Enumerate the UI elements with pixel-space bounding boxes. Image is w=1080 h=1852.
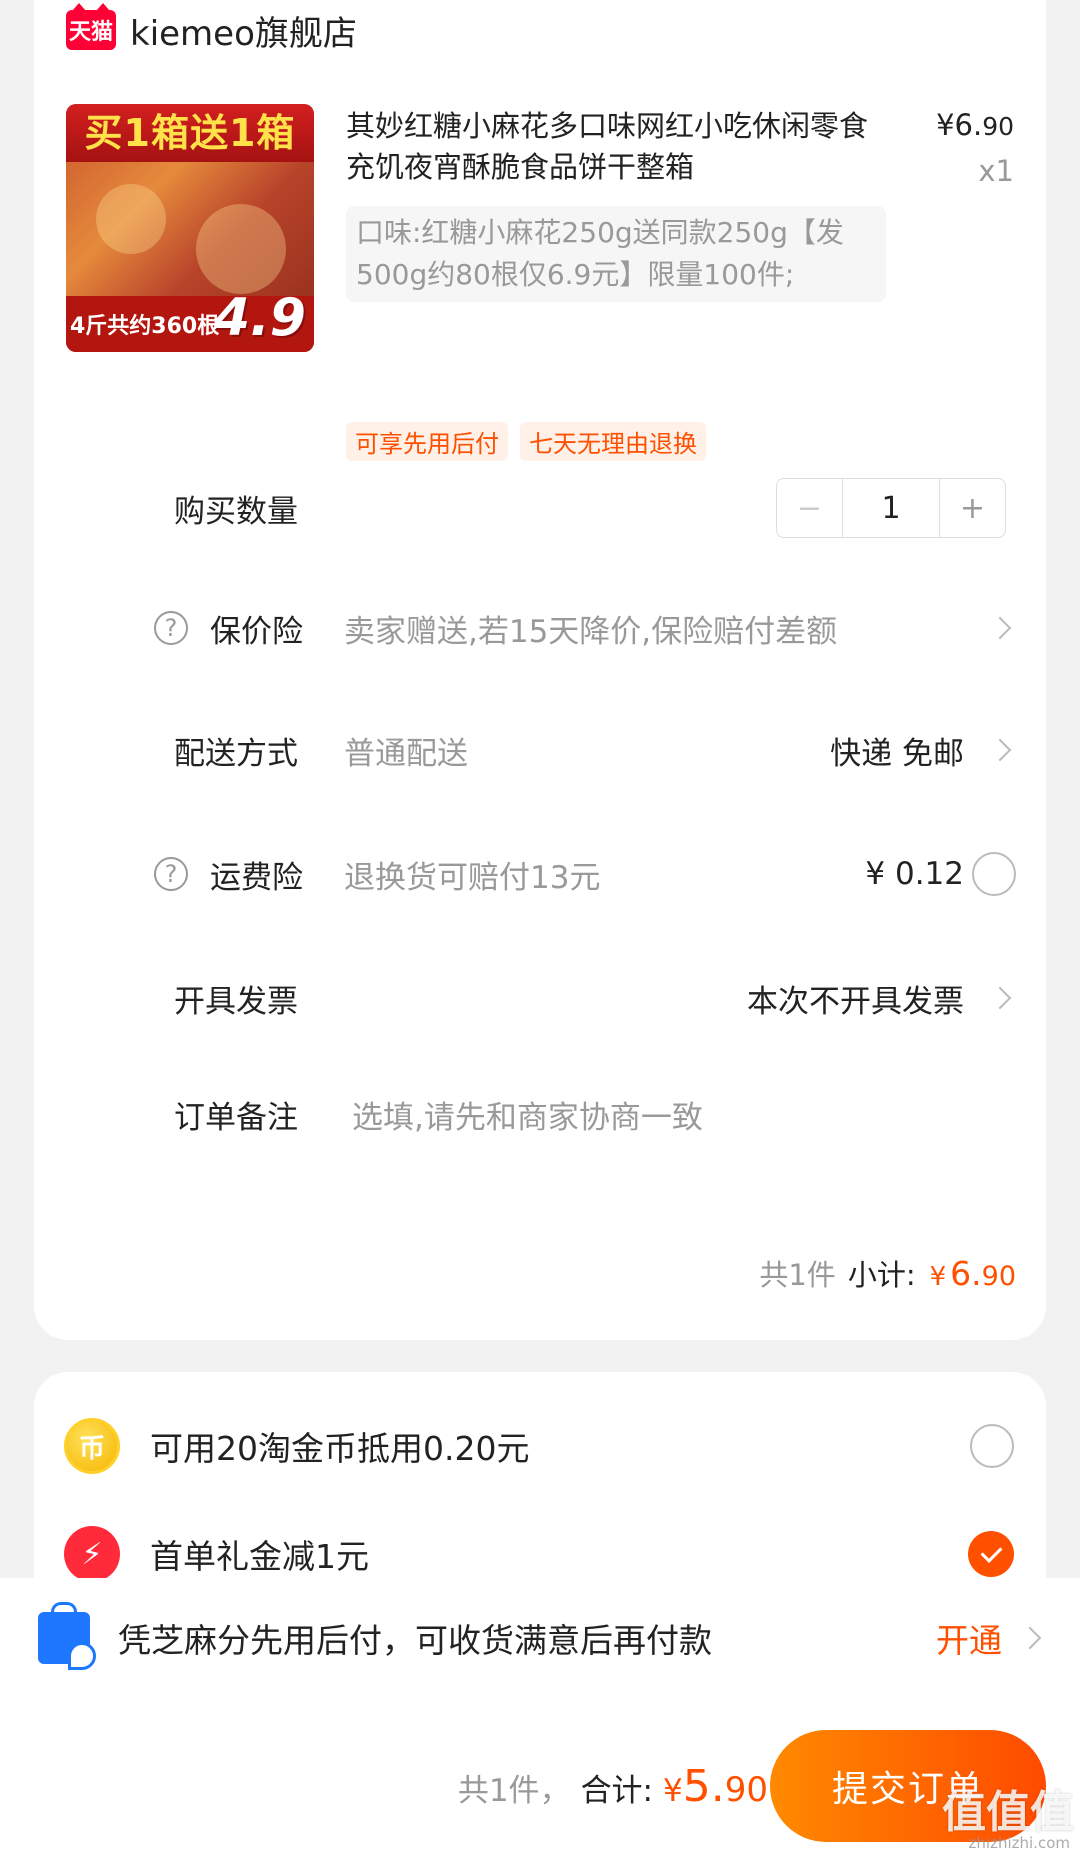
product-title[interactable]: 其妙红糖小麻花多口味网红小吃休闲零食充饥夜宵酥脆食品饼干整箱 <box>346 106 886 188</box>
delivery-value: 普通配送 <box>344 735 468 772</box>
total-main: 5. <box>682 1760 725 1812</box>
price-insurance-value: 卖家赠送,若15天降价,保险赔付差额 <box>344 613 838 650</box>
delivery-label: 配送方式 <box>174 735 298 772</box>
subtotal-cents: 90 <box>981 1261 1016 1292</box>
lightning-gift-icon: ⚡ <box>64 1526 120 1582</box>
total-count: 共1件， <box>457 1772 571 1809</box>
subtotal-symbol: ¥ <box>929 1262 947 1292</box>
question-circle-icon[interactable]: ? <box>154 611 188 645</box>
order-total: 共1件， 合计: ¥ 5. 90 <box>458 1761 768 1812</box>
price-insurance-row[interactable]: ? 保价险 卖家赠送,若15天降价,保险赔付差额 <box>34 588 1046 668</box>
price-cents: 90 <box>982 112 1014 141</box>
invoice-label: 开具发票 <box>174 983 298 1020</box>
increment-button[interactable]: + <box>939 479 1005 537</box>
activate-button[interactable]: 开通 <box>936 1614 1002 1662</box>
coins-row[interactable]: 币 可用20淘金币抵用0.20元 <box>34 1406 1046 1486</box>
total-label: 合计: <box>580 1772 654 1809</box>
order-note-row: 订单备注 选填,请先和商家协商一致 <box>34 1074 1046 1154</box>
question-circle-icon[interactable]: ? <box>154 857 188 891</box>
sku-selector[interactable]: 口味:红糖小麻花250g送同款250g【发500g约80根仅6.9元】限量100… <box>346 206 886 302</box>
coins-radio[interactable] <box>970 1424 1014 1468</box>
service-tags: 可享先用后付 七天无理由退换 <box>346 422 706 461</box>
chevron-right-icon <box>1018 1626 1042 1650</box>
image-decoration <box>96 184 166 254</box>
delivery-method: 快递 免邮 <box>830 735 964 772</box>
image-price-text: 4.9 <box>213 288 306 348</box>
promo-text: 凭芝麻分先用后付，可收货满意后再付款 <box>118 1621 712 1660</box>
chevron-right-icon <box>988 616 1012 640</box>
quantity-row: 购买数量 − 1 + <box>34 468 1046 548</box>
checkmark-icon[interactable] <box>968 1531 1014 1577</box>
product-quantity: x1 <box>978 154 1014 188</box>
order-card: 天猫 kiemeo旗舰店 买1箱送1箱 4斤共约360根 4.9 其妙红糖小麻花… <box>34 0 1046 1340</box>
total-cents: 90 <box>724 1769 768 1810</box>
total-symbol: ¥ <box>663 1772 683 1809</box>
quantity-stepper: − 1 + <box>776 478 1006 538</box>
subtotal-main: 6. <box>950 1254 982 1293</box>
shipping-insurance-value: 退换货可赔付13元 <box>344 859 601 896</box>
pay-later-promo[interactable]: 凭芝麻分先用后付，可收货满意后再付款 开通 <box>0 1598 1080 1678</box>
price-main: 6. <box>954 108 983 142</box>
image-decoration <box>196 204 286 294</box>
discounts-card: 币 可用20淘金币抵用0.20元 ⚡ 首单礼金减1元 <box>34 1372 1046 1612</box>
chevron-right-icon <box>988 986 1012 1010</box>
invoice-row[interactable]: 开具发票 本次不开具发票 <box>34 958 1046 1038</box>
quantity-value[interactable]: 1 <box>843 479 939 537</box>
shipping-insurance-label: 运费险 <box>210 859 303 896</box>
tag-pay-later: 可享先用后付 <box>346 422 508 461</box>
shipping-insurance-price: ¥ 0.12 <box>865 856 964 892</box>
shipping-insurance-radio[interactable] <box>972 852 1016 896</box>
order-note-input[interactable]: 选填,请先和商家协商一致 <box>352 1092 703 1137</box>
price-symbol: ¥ <box>936 108 955 142</box>
subtotal-label: 小计: <box>847 1258 916 1292</box>
subtotal-count: 共1件 <box>759 1258 836 1292</box>
tag-seven-day-return: 七天无理由退换 <box>520 422 706 461</box>
checkout-bar: 共1件， 合计: ¥ 5. 90 提交订单 <box>0 1726 1080 1846</box>
image-banner-text: 买1箱送1箱 <box>66 104 314 162</box>
watermark-url: zhizhizhi.com <box>968 1834 1070 1852</box>
shop-name[interactable]: kiemeo旗舰店 <box>130 6 357 55</box>
product-image[interactable]: 买1箱送1箱 4斤共约360根 4.9 <box>66 104 314 352</box>
order-note-label: 订单备注 <box>174 1099 298 1136</box>
product-price: ¥6.90 <box>936 108 1014 142</box>
chevron-right-icon <box>988 738 1012 762</box>
decrement-button[interactable]: − <box>777 479 843 537</box>
gold-coin-icon: 币 <box>64 1418 120 1474</box>
quantity-label: 购买数量 <box>174 493 298 530</box>
delivery-row[interactable]: 配送方式 普通配送 快递 免邮 <box>34 710 1046 790</box>
invoice-value: 本次不开具发票 <box>747 983 964 1020</box>
gift-text: 首单礼金减1元 <box>150 1537 369 1576</box>
shop-header[interactable]: 天猫 kiemeo旗舰店 <box>66 0 357 60</box>
price-insurance-label: 保价险 <box>210 613 303 650</box>
watermark: 值值值 <box>942 1787 1074 1838</box>
coins-text: 可用20淘金币抵用0.20元 <box>150 1429 530 1468</box>
bottom-panel: 凭芝麻分先用后付，可收货满意后再付款 开通 共1件， 合计: ¥ 5. 90 提… <box>0 1578 1080 1852</box>
shopping-bag-icon <box>38 1602 96 1670</box>
subtotal: 共1件 小计: ¥ 6. 90 <box>759 1252 1016 1294</box>
shipping-insurance-row: ? 运费险 退换货可赔付13元 ¥ 0.12 <box>34 834 1046 914</box>
tmall-logo-icon: 天猫 <box>66 3 116 50</box>
